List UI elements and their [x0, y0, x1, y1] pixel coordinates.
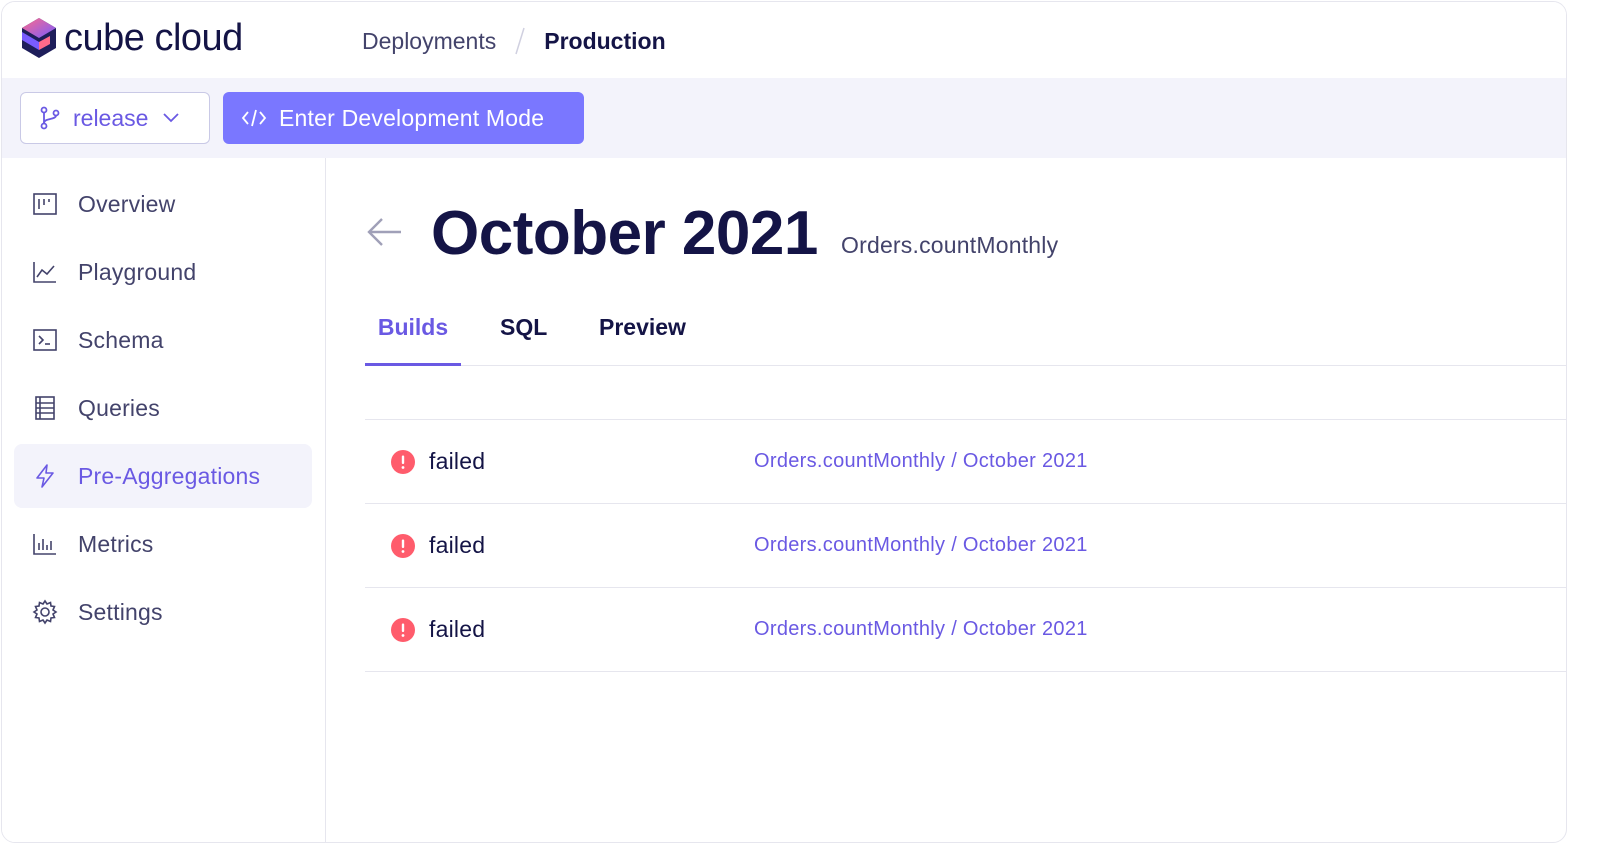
sidebar-item-label: Queries	[78, 394, 160, 421]
breadcrumb-separator	[515, 27, 525, 55]
sidebar-item-label: Pre-Aggregations	[78, 462, 261, 489]
sidebar-item-label: Settings	[78, 598, 163, 625]
chevron-down-icon	[163, 113, 180, 123]
terminal-icon	[33, 329, 57, 351]
tab-label: SQL	[500, 314, 548, 340]
main-content: October 2021 Orders.countMonthly Builds …	[327, 158, 1566, 842]
cube-logo-icon	[22, 18, 56, 58]
gear-icon	[32, 599, 58, 625]
dev-button-label: Enter Development Mode	[279, 104, 545, 131]
table-row[interactable]: failed Orders.countMonthly / October 202…	[365, 420, 1566, 504]
tab-bar: Builds SQL Preview	[365, 298, 1566, 366]
tab-builds[interactable]: Builds	[365, 298, 461, 366]
bar-chart-icon	[33, 534, 56, 555]
build-status: failed	[429, 532, 486, 558]
sidebar: Overview Playground Schema Queries Pre-A…	[2, 158, 326, 842]
builds-list: failed Orders.countMonthly / October 202…	[365, 419, 1566, 672]
sidebar-item-queries[interactable]: Queries	[14, 376, 312, 440]
build-link[interactable]: Orders.countMonthly / October 2021	[754, 534, 1088, 557]
enter-development-mode-button[interactable]: Enter Development Mode	[223, 92, 584, 144]
list-icon	[35, 396, 55, 420]
sidebar-item-settings[interactable]: Settings	[14, 580, 312, 644]
overview-icon	[33, 193, 57, 215]
tab-preview[interactable]: Preview	[599, 298, 686, 366]
branch-name: release	[73, 104, 149, 131]
sidebar-item-label: Metrics	[78, 530, 154, 557]
build-link[interactable]: Orders.countMonthly / October 2021	[754, 450, 1088, 473]
git-branch-icon	[40, 106, 60, 130]
brand-logo[interactable]: cube cloud	[20, 16, 243, 60]
top-header: cube cloud Deployments Production	[2, 2, 1566, 78]
breadcrumb-deployments[interactable]: Deployments	[362, 28, 496, 55]
build-link[interactable]: Orders.countMonthly / October 2021	[754, 618, 1088, 641]
table-row[interactable]: failed Orders.countMonthly / October 202…	[365, 504, 1566, 588]
sidebar-item-playground[interactable]: Playground	[14, 240, 312, 304]
breadcrumb: Deployments Production	[362, 26, 666, 56]
sidebar-item-pre-aggregations[interactable]: Pre-Aggregations	[14, 444, 312, 508]
sidebar-item-schema[interactable]: Schema	[14, 308, 312, 372]
sidebar-item-metrics[interactable]: Metrics	[14, 512, 312, 576]
breadcrumb-production: Production	[544, 27, 666, 54]
tab-label: Builds	[377, 314, 449, 340]
sidebar-item-overview[interactable]: Overview	[14, 172, 312, 236]
back-arrow-icon[interactable]	[365, 216, 403, 248]
build-status: failed	[429, 616, 486, 642]
error-icon	[391, 534, 415, 558]
error-icon	[391, 618, 415, 642]
app-window: cube cloud Deployments Production releas…	[1, 1, 1567, 843]
toolbar: release Enter Development Mode	[2, 78, 1566, 158]
page-title: October 2021	[431, 199, 818, 268]
brand-name: cube cloud	[64, 17, 243, 59]
branch-select[interactable]: release	[20, 92, 210, 144]
code-icon	[241, 109, 267, 127]
sidebar-item-label: Playground	[78, 258, 197, 285]
build-status: failed	[429, 448, 486, 474]
tab-sql[interactable]: SQL	[500, 298, 547, 366]
sidebar-item-label: Overview	[78, 190, 176, 217]
sidebar-item-label: Schema	[78, 326, 164, 353]
lightning-icon	[36, 464, 54, 488]
line-chart-icon	[33, 262, 56, 283]
table-row[interactable]: failed Orders.countMonthly / October 202…	[365, 588, 1566, 672]
page-subtitle: Orders.countMonthly	[841, 232, 1059, 258]
error-icon	[391, 450, 415, 474]
tab-label: Preview	[599, 314, 686, 340]
